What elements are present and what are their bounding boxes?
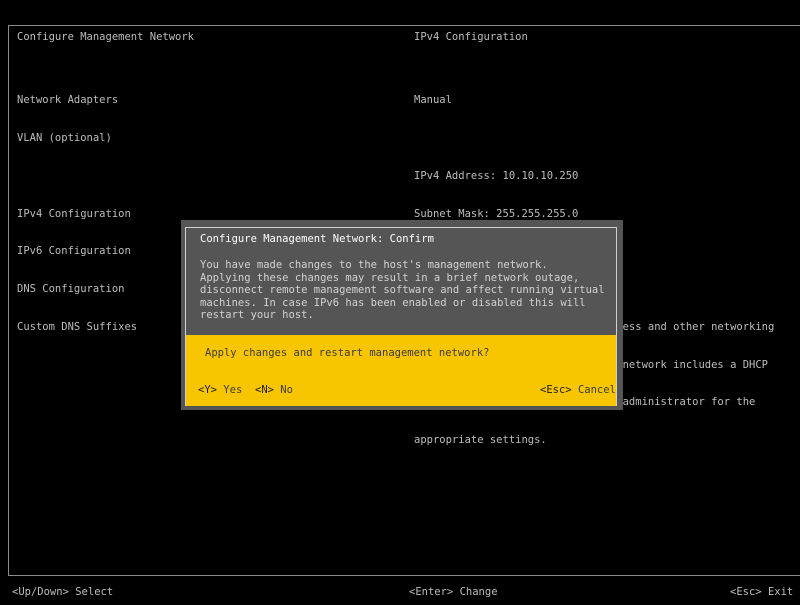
yes-button[interactable]: <Y> Yes bbox=[198, 384, 242, 397]
menu-spacer bbox=[17, 170, 137, 183]
dialog-body-line: Applying these changes may result in a b… bbox=[200, 271, 580, 284]
footer-select-hint: <Up/Down> Select bbox=[12, 586, 113, 599]
no-label: No bbox=[280, 384, 293, 396]
confirm-dialog: Configure Management Network: Confirm Yo… bbox=[181, 220, 623, 410]
subnet-mask: Subnet Mask: 255.255.255.0 bbox=[414, 207, 579, 220]
select-label: Select bbox=[75, 586, 114, 598]
cancel-button[interactable]: <Esc> Cancel bbox=[540, 384, 616, 397]
exit-key: <Esc> bbox=[730, 586, 762, 598]
yes-label: Yes bbox=[223, 384, 243, 396]
dialog-body-line: You have made changes to the host's mana… bbox=[200, 259, 548, 271]
menu-item-vlan[interactable]: VLAN (optional) bbox=[17, 132, 137, 145]
menu-item-network-adapters[interactable]: Network Adapters bbox=[17, 94, 137, 107]
footer-change-hint: <Enter> Change bbox=[409, 586, 498, 599]
yes-key: <Y> bbox=[198, 384, 217, 396]
change-label: Change bbox=[459, 586, 498, 598]
no-key: <N> bbox=[255, 384, 274, 396]
page-title: Configure Management Network bbox=[17, 31, 195, 43]
footer-exit-hint: <Esc> Exit bbox=[730, 586, 793, 599]
no-button[interactable]: <N> No bbox=[255, 384, 293, 397]
select-key: <Up/Down> bbox=[12, 586, 69, 598]
dialog-body-line: machines. In case IPv6 has been enabled … bbox=[200, 296, 586, 309]
menu-list: Network Adapters VLAN (optional) IPv4 Co… bbox=[17, 69, 137, 346]
cancel-label: Cancel bbox=[577, 384, 616, 396]
detail-title: IPv4 Configuration bbox=[414, 31, 528, 43]
ipv4-address: IPv4 Address: 10.10.10.250 bbox=[414, 169, 579, 182]
ipv4-mode: Manual bbox=[414, 94, 452, 107]
dialog-body: You have made changes to the host's mana… bbox=[200, 259, 605, 322]
cancel-key: <Esc> bbox=[540, 384, 572, 396]
dialog-prompt-area: Apply changes and restart management net… bbox=[186, 335, 616, 406]
exit-label: Exit bbox=[767, 586, 794, 598]
menu-item-dns-configuration[interactable]: DNS Configuration bbox=[17, 283, 137, 296]
dialog-question: Apply changes and restart management net… bbox=[205, 347, 490, 359]
dialog-body-line: disconnect remote management software an… bbox=[200, 284, 605, 297]
change-key: <Enter> bbox=[409, 586, 454, 598]
description-line: appropriate settings. bbox=[414, 434, 547, 447]
confirm-dialog-frame: Configure Management Network: Confirm Yo… bbox=[185, 227, 617, 406]
dialog-body-line: restart your host. bbox=[200, 309, 314, 322]
dialog-title: Configure Management Network: Confirm bbox=[200, 233, 434, 245]
menu-item-custom-dns-suffixes[interactable]: Custom DNS Suffixes bbox=[17, 321, 137, 334]
menu-item-ipv4-configuration[interactable]: IPv4 Configuration bbox=[17, 208, 137, 221]
menu-item-ipv6-configuration[interactable]: IPv6 Configuration bbox=[17, 245, 137, 258]
